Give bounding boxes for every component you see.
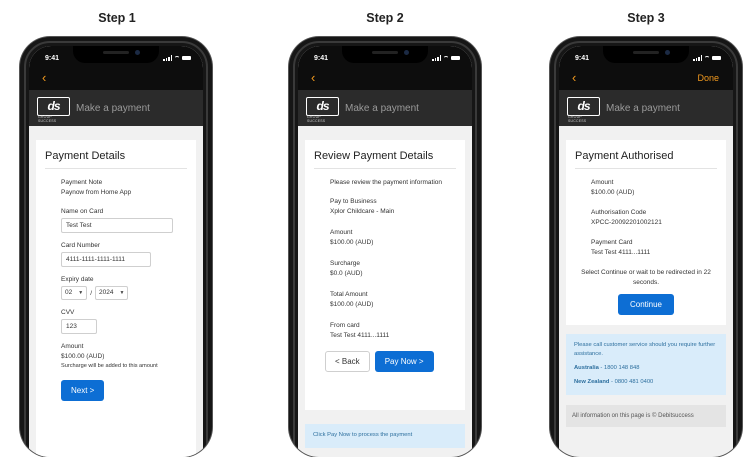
review-details-card: Review Payment Details Please review the… bbox=[305, 140, 465, 410]
name-on-card-input[interactable]: Test Test bbox=[61, 218, 173, 233]
battery-icon bbox=[712, 56, 721, 60]
app-header: ds GROUP SUCCESS Make a payment bbox=[29, 90, 203, 126]
screen-review-payment: 9:41 ‹ ds GROUP SUCCESS Make a payment R… bbox=[298, 46, 472, 457]
cvv-input[interactable]: 123 bbox=[61, 319, 97, 334]
expiry-date-label: Expiry date bbox=[61, 276, 94, 283]
back-chevron-icon[interactable]: ‹ bbox=[572, 70, 576, 85]
step-1-label: Step 1 bbox=[98, 11, 136, 25]
phone-notch bbox=[342, 46, 428, 63]
app-header: ds GROUP SUCCESS Make a payment bbox=[298, 90, 472, 126]
ds-logo: ds GROUP SUCCESS bbox=[306, 96, 339, 123]
business-label: Pay to Business bbox=[330, 198, 377, 205]
battery-icon bbox=[451, 56, 460, 60]
total-amount-label: Total Amount bbox=[330, 291, 368, 298]
payment-card-value: Test Test 4111...1111 bbox=[591, 249, 651, 256]
back-chevron-icon[interactable]: ‹ bbox=[311, 70, 315, 85]
payment-note-value: Paynow from Home App bbox=[61, 189, 132, 196]
pay-now-hint: Click Pay Now to process the payment bbox=[305, 424, 465, 448]
support-text: Please call customer service should you … bbox=[574, 341, 716, 358]
signal-icon bbox=[163, 55, 172, 61]
australia-label: Australia bbox=[574, 365, 599, 372]
payment-note-label: Payment Note bbox=[61, 179, 103, 186]
business-value: Xplor Childcare - Main bbox=[330, 208, 395, 215]
name-on-card-label: Name on Card bbox=[61, 208, 104, 215]
phone-notch bbox=[73, 46, 159, 63]
payment-card-label: Payment Card bbox=[591, 239, 633, 246]
ds-logo: ds GROUP SUCCESS bbox=[37, 96, 70, 123]
new-zealand-phone[interactable]: - 0800 481 0400 bbox=[609, 379, 653, 385]
australia-phone[interactable]: - 1800 148 848 bbox=[599, 365, 639, 371]
header-title: Make a payment bbox=[76, 102, 150, 114]
phone-step-2: 9:41 ‹ ds GROUP SUCCESS Make a payment R… bbox=[289, 37, 481, 457]
status-time: 9:41 bbox=[575, 55, 590, 62]
status-time: 9:41 bbox=[45, 55, 60, 62]
page-title: Review Payment Details bbox=[314, 150, 456, 169]
step-2-label: Step 2 bbox=[366, 11, 404, 25]
support-box: Please call customer service should you … bbox=[566, 333, 726, 395]
pay-now-button[interactable]: Pay Now > bbox=[374, 351, 434, 372]
phone-notch bbox=[603, 46, 689, 63]
next-button[interactable]: Next > bbox=[61, 380, 105, 401]
signal-icon bbox=[693, 55, 702, 61]
from-card-value: Test Test 4111...1111 bbox=[330, 332, 390, 339]
card-number-label: Card Number bbox=[61, 242, 101, 249]
continue-button[interactable]: Continue bbox=[617, 293, 675, 315]
chevron-down-icon: ▼ bbox=[119, 290, 125, 296]
signal-icon bbox=[432, 55, 441, 61]
amount-label: Amount bbox=[330, 229, 353, 236]
back-button[interactable]: < Back bbox=[325, 351, 370, 372]
nav-bar: ‹ bbox=[298, 68, 472, 90]
authorisation-code-value: XPCC-20092201002121 bbox=[591, 219, 662, 226]
phone-step-1: 9:41 ‹ ds GROUP SUCCESS Make a payment P… bbox=[20, 37, 212, 457]
surcharge-note: Surcharge will be added to this amount bbox=[61, 363, 158, 369]
wifi-icon bbox=[443, 55, 449, 61]
authorisation-code-label: Authorisation Code bbox=[591, 209, 647, 216]
phone-step-3: 9:41 ‹ Done ds GROUP SUCCESS Make a paym… bbox=[550, 37, 742, 457]
payment-details-card: Payment Details Payment Note Paynow from… bbox=[36, 140, 196, 457]
header-title: Make a payment bbox=[606, 102, 680, 114]
nav-bar: ‹ bbox=[29, 68, 203, 90]
chevron-down-icon: ▼ bbox=[78, 290, 84, 296]
amount-value: $100.00 (AUD) bbox=[61, 353, 105, 360]
ds-logo: ds GROUP SUCCESS bbox=[567, 96, 600, 123]
nav-bar: ‹ Done bbox=[559, 68, 733, 90]
done-button[interactable]: Done bbox=[697, 73, 719, 83]
from-card-label: From card bbox=[330, 322, 360, 329]
amount-label: Amount bbox=[61, 343, 84, 350]
header-title: Make a payment bbox=[345, 102, 419, 114]
surcharge-value: $0.0 (AUD) bbox=[330, 270, 363, 277]
redirect-message: Select Continue or wait to be redirected… bbox=[581, 269, 711, 286]
back-chevron-icon[interactable]: ‹ bbox=[42, 70, 46, 85]
cvv-label: CVV bbox=[61, 309, 75, 316]
status-time: 9:41 bbox=[314, 55, 329, 62]
review-intro: Please review the payment information bbox=[330, 179, 443, 186]
page-title: Payment Details bbox=[45, 150, 187, 169]
authorised-card: Payment Authorised Amount $100.00 (AUD) … bbox=[566, 140, 726, 325]
amount-label: Amount bbox=[591, 179, 614, 186]
footer-copyright: All information on this page is © Debits… bbox=[566, 404, 726, 427]
expiry-month-select[interactable]: 02 ▼ bbox=[61, 286, 88, 300]
amount-value: $100.00 (AUD) bbox=[330, 239, 374, 246]
amount-value: $100.00 (AUD) bbox=[591, 189, 635, 196]
app-header: ds GROUP SUCCESS Make a payment bbox=[559, 90, 733, 126]
step-3-label: Step 3 bbox=[627, 11, 665, 25]
expiry-year-select[interactable]: 2024 ▼ bbox=[95, 286, 129, 300]
surcharge-label: Surcharge bbox=[330, 260, 360, 267]
wifi-icon bbox=[704, 55, 710, 61]
card-number-input[interactable]: 4111-1111-1111-1111 bbox=[61, 252, 151, 267]
screen-payment-details: 9:41 ‹ ds GROUP SUCCESS Make a payment P… bbox=[29, 46, 203, 457]
page-title: Payment Authorised bbox=[575, 150, 717, 169]
total-amount-value: $100.00 (AUD) bbox=[330, 301, 374, 308]
wifi-icon bbox=[174, 55, 180, 61]
new-zealand-label: New Zealand bbox=[574, 379, 610, 386]
screen-payment-authorised: 9:41 ‹ Done ds GROUP SUCCESS Make a paym… bbox=[559, 46, 733, 457]
battery-icon bbox=[182, 56, 191, 60]
expiry-separator: / bbox=[90, 289, 92, 297]
